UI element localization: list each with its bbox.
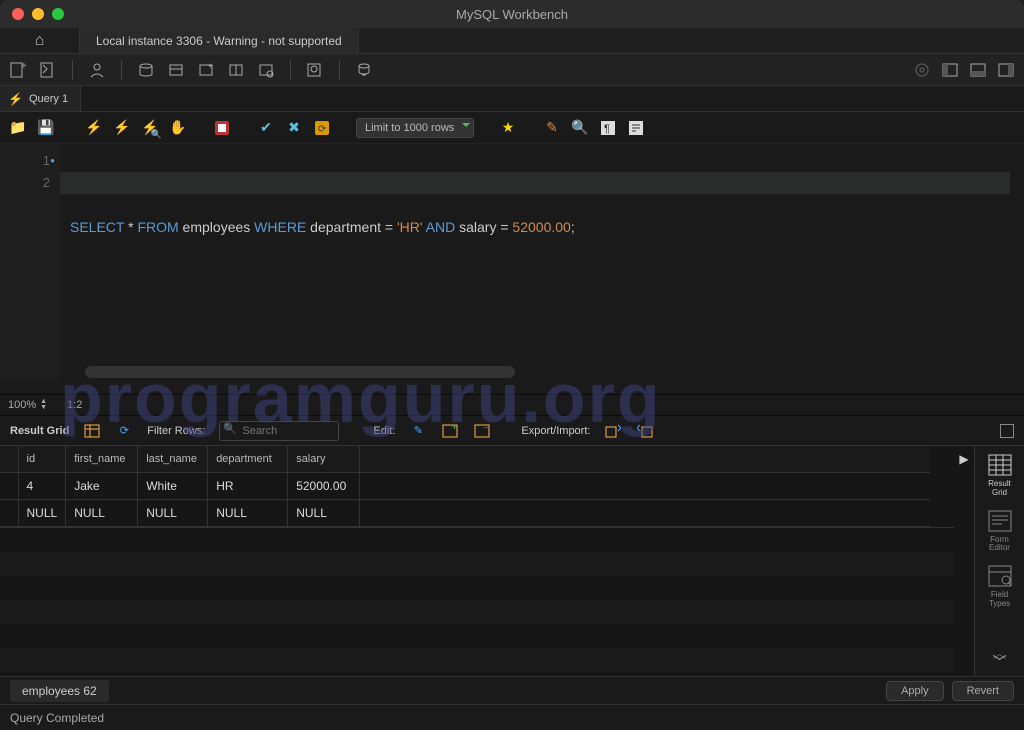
db-icon-1[interactable]: [136, 60, 156, 80]
cursor-position: 1:2: [67, 399, 82, 411]
execute-current-icon[interactable]: ⚡: [112, 118, 132, 138]
zoom-control[interactable]: 100% ▲▼: [8, 399, 47, 411]
zoom-stepper-icon[interactable]: ▲▼: [40, 399, 47, 410]
export-icon[interactable]: [604, 422, 622, 440]
column-first-name[interactable]: first_name: [66, 446, 138, 472]
window-title: MySQL Workbench: [0, 7, 1024, 22]
svg-text:⟳: ⟳: [318, 124, 327, 135]
settings-icon[interactable]: [912, 60, 932, 80]
panel-right-icon[interactable]: [996, 60, 1016, 80]
delete-row-icon[interactable]: −: [473, 422, 491, 440]
edit-row-icon[interactable]: ✎: [409, 422, 427, 440]
explain-icon[interactable]: ⚡🔍: [140, 118, 160, 138]
line-gutter: 1● 2: [0, 144, 60, 382]
export-import-label: Export/Import:: [521, 425, 590, 437]
query-tab-label: Query 1: [29, 93, 68, 105]
form-icon: [986, 508, 1014, 534]
commit-icon[interactable]: ✔: [256, 118, 276, 138]
result-grid-label: Result Grid: [10, 425, 69, 437]
admin-icon[interactable]: [87, 60, 107, 80]
search-db-icon[interactable]: [305, 60, 325, 80]
rollback-icon[interactable]: ✖: [284, 118, 304, 138]
home-icon: ⌂: [35, 32, 45, 50]
wrap-icon[interactable]: [626, 118, 646, 138]
execute-icon[interactable]: ⚡: [84, 118, 104, 138]
horizontal-scrollbar[interactable]: [85, 366, 515, 378]
connection-tab[interactable]: Local instance 3306 - Warning - not supp…: [80, 28, 359, 53]
column-department[interactable]: department: [208, 446, 288, 472]
limit-dropdown[interactable]: Limit to 1000 rows: [356, 118, 474, 138]
sql-editor[interactable]: 1● 2 SELECT * FROM employees WHERE depar…: [0, 144, 1024, 382]
revert-button[interactable]: Revert: [952, 681, 1014, 701]
connection-tab-label: Local instance 3306 - Warning - not supp…: [96, 34, 342, 48]
result-tab[interactable]: employees 62: [10, 680, 109, 702]
chevron-down-icon: ﹀: [993, 658, 1007, 666]
find-icon[interactable]: 🔍: [570, 118, 590, 138]
home-tab[interactable]: ⌂: [0, 28, 80, 53]
invisible-icon[interactable]: ¶: [598, 118, 618, 138]
result-grid[interactable]: id first_name last_name department salar…: [0, 446, 954, 676]
save-file-icon[interactable]: 💾: [36, 118, 56, 138]
toggle-icon[interactable]: [212, 118, 232, 138]
svg-text:¶: ¶: [604, 123, 610, 135]
svg-text:+: +: [208, 61, 213, 71]
table-row[interactable]: 4 Jake White HR 52000.00: [0, 472, 930, 499]
column-salary[interactable]: salary: [288, 446, 360, 472]
bolt-icon: ⚡: [8, 92, 23, 106]
autocommit-icon[interactable]: ⟳: [312, 118, 332, 138]
beautify-icon[interactable]: ✎: [542, 118, 562, 138]
expand-caret[interactable]: ▶: [954, 446, 974, 676]
column-id[interactable]: id: [18, 446, 66, 472]
apply-button[interactable]: Apply: [886, 681, 944, 701]
favorite-icon[interactable]: ★: [498, 118, 518, 138]
side-result-grid[interactable]: Result Grid: [980, 452, 1020, 498]
edit-label: Edit:: [373, 425, 395, 437]
import-icon[interactable]: [636, 422, 654, 440]
svg-text:+: +: [21, 61, 27, 72]
query-tab[interactable]: ⚡ Query 1: [0, 86, 81, 111]
field-types-icon: [986, 563, 1014, 589]
panel-bottom-icon[interactable]: [968, 60, 988, 80]
column-last-name[interactable]: last_name: [138, 446, 208, 472]
sql-keyword: SELECT: [70, 219, 124, 235]
wrap-cell-icon[interactable]: [1000, 424, 1014, 438]
new-sql-tab-icon[interactable]: +: [8, 60, 28, 80]
empty-grid-area: [0, 527, 954, 677]
table-row-null[interactable]: NULL NULL NULL NULL NULL: [0, 499, 930, 526]
db-icon-2[interactable]: [166, 60, 186, 80]
db-icon-4[interactable]: [226, 60, 246, 80]
filter-rows-input[interactable]: [219, 421, 339, 441]
grid-icon: [986, 452, 1014, 478]
refresh-icon[interactable]: ⟳: [115, 422, 133, 440]
svg-text:−: −: [484, 424, 490, 434]
side-field-types[interactable]: Field Types: [980, 563, 1020, 609]
grid-view-icon[interactable]: [83, 422, 101, 440]
column-rowhead[interactable]: [0, 446, 18, 472]
stop-icon[interactable]: ✋: [168, 118, 188, 138]
side-panel-scroll[interactable]: ︿ ﹀: [993, 649, 1007, 666]
svg-text:+: +: [452, 424, 457, 432]
panel-left-icon[interactable]: [940, 60, 960, 80]
db-icon-5[interactable]: [256, 60, 276, 80]
db-icon-3[interactable]: +: [196, 60, 216, 80]
side-form-editor[interactable]: Form Editor: [980, 508, 1020, 554]
open-file-icon[interactable]: 📁: [8, 118, 28, 138]
open-sql-icon[interactable]: [38, 60, 58, 80]
add-row-icon[interactable]: +: [441, 422, 459, 440]
filter-rows-label: Filter Rows:: [147, 425, 205, 437]
db-sync-icon[interactable]: [354, 60, 374, 80]
